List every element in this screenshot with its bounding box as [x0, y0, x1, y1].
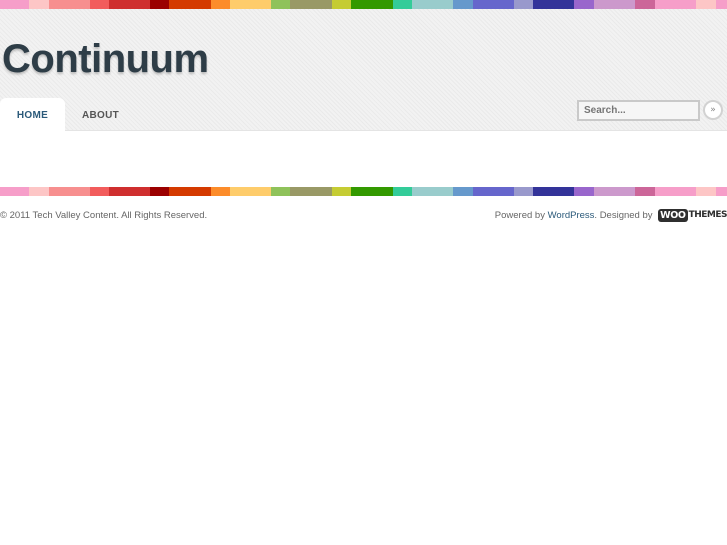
stripe-segment [0, 0, 29, 9]
stripe-segment [393, 187, 412, 196]
stripe-segment [90, 187, 109, 196]
nav-tab-about[interactable]: ABOUT [72, 98, 129, 131]
stripe-segment [473, 187, 514, 196]
stripe-segment [351, 187, 393, 196]
search-submit-button[interactable]: » [703, 100, 723, 120]
stripe-segment [332, 187, 351, 196]
stripe-segment [169, 187, 211, 196]
stripe-segment [90, 0, 109, 9]
stripe-segment [412, 0, 453, 9]
stripe-segment [230, 0, 271, 9]
stripe-segment [574, 0, 594, 9]
stripe-segment [655, 0, 696, 9]
stripe-segment [533, 187, 574, 196]
stripe-segment [29, 187, 49, 196]
nav-tab-home[interactable]: HOME [0, 98, 65, 131]
stripe-segment [393, 0, 412, 9]
woothemes-logo[interactable]: WOO THEMES [658, 208, 727, 222]
stripe-segment [211, 0, 230, 9]
stripe-segment [49, 187, 90, 196]
stripe-segment [109, 0, 150, 9]
copyright-text: © 2011 Tech Valley Content. All Rights R… [0, 210, 208, 221]
stripe-segment [271, 187, 290, 196]
stripe-segment [29, 0, 49, 9]
stripe-segment [412, 187, 453, 196]
stripe-segment [514, 0, 533, 9]
stripe-segment [473, 0, 514, 9]
themes-logo-text: THEMES [688, 210, 727, 220]
search-input[interactable] [577, 100, 700, 121]
stripe-segment [290, 0, 332, 9]
stripe-segment [109, 187, 150, 196]
stripe-segment [332, 0, 351, 9]
stripe-segment [655, 187, 696, 196]
footer-credits: Powered by WordPress. Designed by WOO THE… [495, 207, 727, 223]
stripe-segment [594, 187, 635, 196]
stripe-segment [696, 0, 716, 9]
top-color-stripe [0, 0, 727, 9]
stripe-segment [230, 187, 271, 196]
stripe-segment [211, 187, 230, 196]
wordpress-link[interactable]: WordPress [548, 210, 595, 221]
stripe-segment [0, 187, 29, 196]
stripe-segment [453, 187, 473, 196]
stripe-segment [574, 187, 594, 196]
stripe-segment [635, 0, 655, 9]
stripe-segment [49, 0, 90, 9]
stripe-segment [716, 0, 727, 9]
stripe-segment [514, 187, 533, 196]
stripe-segment [150, 187, 169, 196]
stripe-segment [290, 187, 332, 196]
woo-logo-mark: WOO [658, 208, 688, 222]
stripe-segment [453, 0, 473, 9]
powered-by-text: Powered by [494, 209, 545, 221]
stripe-segment [169, 0, 211, 9]
stripe-segment [150, 0, 169, 9]
stripe-segment [533, 0, 574, 9]
stripe-segment [635, 187, 655, 196]
main-content [0, 131, 727, 187]
stripe-segment [594, 0, 635, 9]
bottom-color-stripe [0, 187, 727, 196]
designed-by-text: . Designed by [594, 209, 653, 221]
stripe-segment [696, 187, 716, 196]
stripe-segment [351, 0, 393, 9]
site-title[interactable]: Continuum [2, 37, 209, 81]
site-footer: © 2011 Tech Valley Content. All Rights R… [0, 196, 727, 236]
stripe-segment [271, 0, 290, 9]
stripe-segment [716, 187, 727, 196]
